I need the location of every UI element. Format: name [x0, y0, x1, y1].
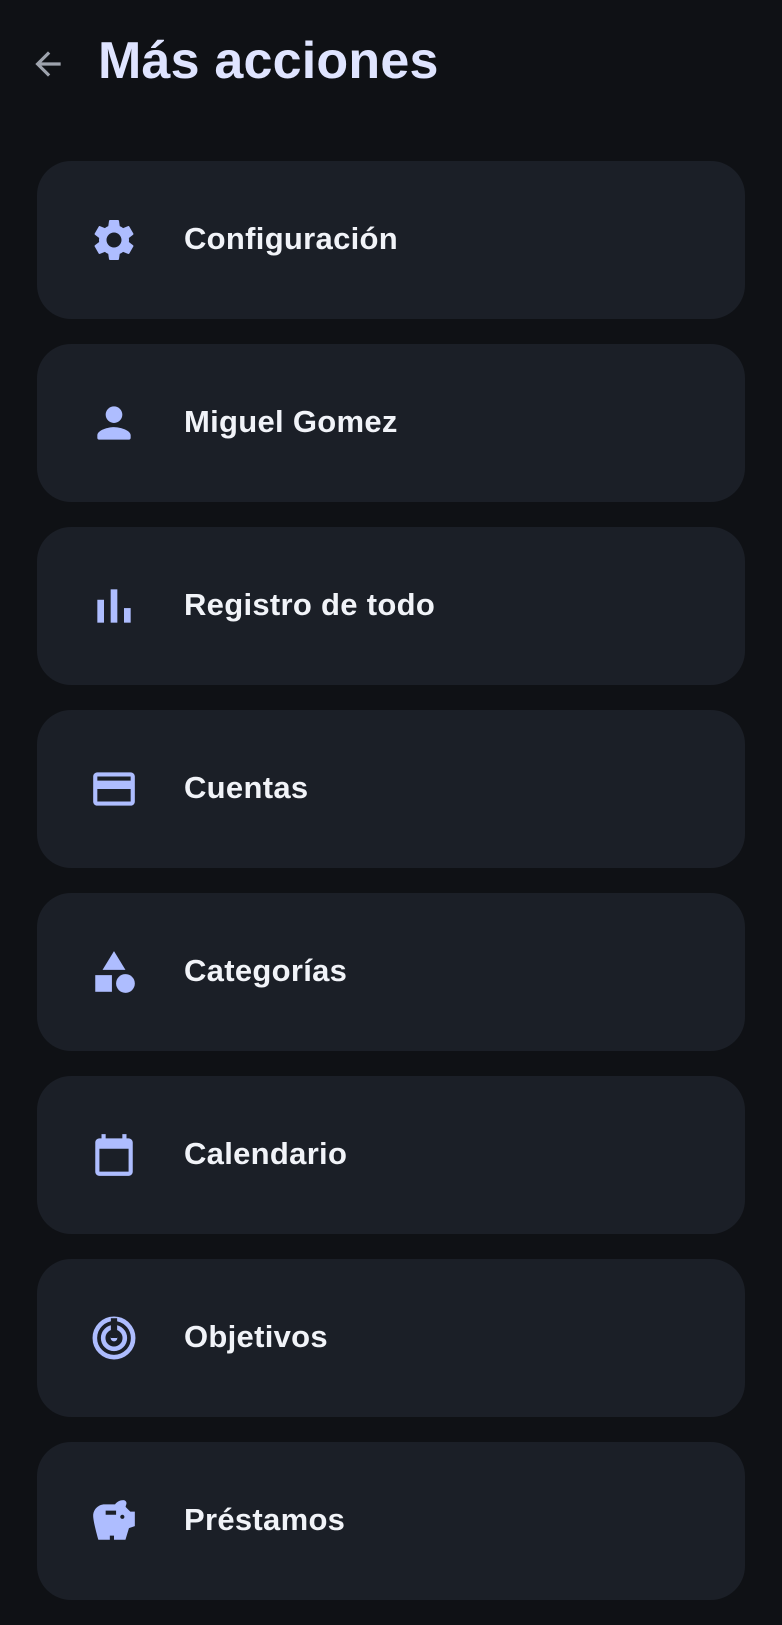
- person-icon: [89, 398, 139, 448]
- menu-item-prestamos[interactable]: Préstamos: [37, 1442, 745, 1600]
- menu-item-label: Cuentas: [184, 770, 309, 805]
- menu-item-label: Categorías: [184, 953, 348, 988]
- menu-item-label: Miguel Gomez: [184, 404, 398, 439]
- arrow-back-icon: [35, 51, 61, 77]
- page-title: Más acciones: [98, 32, 439, 90]
- bar-chart-icon: [89, 581, 139, 631]
- calendar-icon: [89, 1130, 139, 1180]
- menu-item-objetivos[interactable]: Objetivos: [37, 1259, 745, 1417]
- gear-icon: [89, 215, 139, 265]
- menu-item-configuracion[interactable]: Configuración: [37, 161, 745, 319]
- menu-item-label: Calendario: [184, 1136, 348, 1171]
- piggy-bank-icon: [89, 1496, 139, 1546]
- menu-item-calendario[interactable]: Calendario: [37, 1076, 745, 1234]
- top-app-bar: Más acciones: [0, 0, 782, 124]
- menu-item-label: Registro de todo: [184, 587, 436, 622]
- menu-item-profile[interactable]: Miguel Gomez: [37, 344, 745, 502]
- credit-card-icon: [89, 764, 139, 814]
- menu-item-label: Configuración: [184, 221, 398, 256]
- shapes-icon: [89, 947, 139, 997]
- menu-item-registro[interactable]: Registro de todo: [37, 527, 745, 685]
- menu-item-label: Préstamos: [184, 1502, 346, 1537]
- target-icon: [89, 1313, 139, 1363]
- menu-item-label: Objetivos: [184, 1319, 328, 1354]
- menu-item-categorias[interactable]: Categorías: [37, 893, 745, 1051]
- back-button[interactable]: [22, 38, 74, 90]
- menu-item-cuentas[interactable]: Cuentas: [37, 710, 745, 868]
- actions-list: Configuración Miguel Gomez Registro de t…: [37, 161, 745, 1625]
